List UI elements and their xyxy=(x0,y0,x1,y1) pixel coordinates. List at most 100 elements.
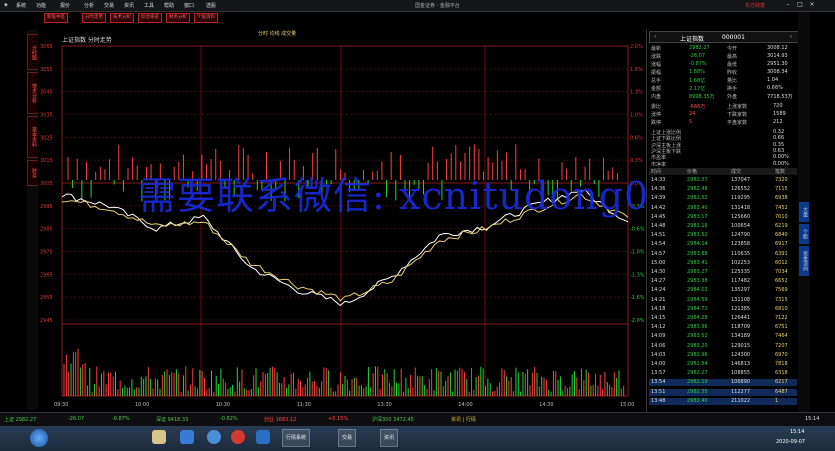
quote-stat-label: 委比 xyxy=(651,104,662,110)
menu-item-3[interactable]: 分析 xyxy=(84,2,94,9)
tick-price: 2982.48 xyxy=(687,186,708,193)
quote-name: 上证指数 xyxy=(680,36,705,43)
quote-ratio-value: 0.35 xyxy=(773,141,785,148)
quote-label: 总手 xyxy=(651,78,662,84)
tick-volume: 102253 xyxy=(731,259,751,266)
time-tick-label: 11:30 xyxy=(297,402,311,408)
toolbar: 新股中签 分时走势 技术分析 综合排名 财务分析 个股资料 xyxy=(30,12,630,23)
quote-ratio-value: 0.00% xyxy=(773,154,789,161)
quote-label: 最低 xyxy=(727,62,738,68)
window-right-label: 东方财富 xyxy=(745,3,766,9)
tick-volume: 211022 xyxy=(731,397,751,404)
left-tick-label: 3005 xyxy=(40,181,53,187)
status-item[interactable]: -0.62% xyxy=(220,416,238,422)
taskbar-app-0[interactable]: 行情系统 xyxy=(282,429,311,447)
menu-item-5[interactable]: 资讯 xyxy=(124,2,134,9)
far-right-tab-1[interactable]: 个股 xyxy=(799,224,809,244)
tick-row: 15:00 2983.41 102253 6012 xyxy=(649,260,797,267)
status-item[interactable]: 资讯 | 行情 xyxy=(451,416,476,423)
time-tick-label: 14:30 xyxy=(539,402,553,408)
tick-count: 6012 xyxy=(775,259,788,266)
start-button-icon[interactable] xyxy=(30,429,48,447)
quote-nav-right-icon[interactable]: › xyxy=(790,34,792,40)
chart-indicator-bar: 分时 均线 成交量 xyxy=(258,30,296,37)
far-right-tab-2[interactable]: 资金流向 xyxy=(799,246,809,276)
tick-volume: 124300 xyxy=(731,351,751,358)
quote-value: 7718.53万 xyxy=(767,94,793,100)
minimize-icon[interactable]: – xyxy=(784,1,792,9)
tick-price: 2982.27 xyxy=(687,370,708,377)
menu-item-6[interactable]: 工具 xyxy=(144,2,154,9)
menu-item-0[interactable]: 系统 xyxy=(16,2,26,9)
quote-row: 总手 1.68亿 量比 1.04 xyxy=(649,77,797,84)
tick-volume: 126441 xyxy=(731,315,751,321)
menu-item-4[interactable]: 交易 xyxy=(104,2,114,9)
tick-count: 6751 xyxy=(775,324,788,331)
status-item[interactable]: 上证 2982.27 xyxy=(4,416,36,423)
tick-volume: 100654 xyxy=(731,223,751,229)
close-icon[interactable]: × xyxy=(808,1,816,9)
quote-nav-left-icon[interactable]: ‹ xyxy=(654,34,656,40)
quote-value: 3008.34 xyxy=(767,69,788,75)
quote-ratio-label: 市净率 xyxy=(651,161,667,168)
quote-stat-label: 涨停 xyxy=(651,112,662,118)
tick-time: 14:24 xyxy=(651,287,666,294)
tick-count: 6652 xyxy=(775,278,788,285)
tick-volume: 125660 xyxy=(731,213,751,220)
tick-time: 13:57 xyxy=(651,370,666,377)
tick-time: 14:21 xyxy=(651,296,666,303)
menu-item-2[interactable]: 报价 xyxy=(60,2,70,9)
maximize-icon[interactable]: □ xyxy=(796,1,804,9)
tick-time: 14:33 xyxy=(651,177,666,183)
tick-price: 2983.96 xyxy=(687,324,708,331)
left-tick-label: 2985 xyxy=(40,227,53,233)
menu-item-8[interactable]: 窗口 xyxy=(184,2,194,9)
quote-label: 涨幅 xyxy=(651,62,662,68)
tick-price: 2984.28 xyxy=(687,315,708,321)
far-right-tabs: 大盘 个股 资金流向 xyxy=(798,12,810,412)
taskbar-app-1[interactable]: 交易 xyxy=(338,429,357,447)
tick-row: 14:45 2983.17 125660 7010 xyxy=(649,214,797,221)
menu-item-9[interactable]: 选股 xyxy=(206,2,216,9)
toolbar-button-4[interactable]: 财务分析 xyxy=(166,13,190,23)
left-tick-label: 2965 xyxy=(40,272,53,278)
taskbar-app-2[interactable]: 资讯 xyxy=(380,429,399,447)
folder-icon[interactable] xyxy=(152,430,166,444)
app-red-icon[interactable] xyxy=(231,430,245,444)
chat-icon[interactable] xyxy=(207,430,221,444)
browser-icon[interactable] xyxy=(180,430,194,444)
status-item[interactable]: 深证 9418.33 xyxy=(156,416,188,423)
left-tick-label: 3065 xyxy=(40,44,53,50)
status-item[interactable]: +0.15% xyxy=(328,416,348,422)
toolbar-button-0[interactable]: 新股中签 xyxy=(44,13,68,23)
time-tick-label: 15:00 xyxy=(620,402,634,408)
intraday-chart[interactable]: 上证指数 分时走势 分时 均线 成交量 3065 3055 3045 3035 3025… xyxy=(38,30,645,410)
menu-item-7[interactable]: 帮助 xyxy=(164,2,174,9)
far-right-tab-0[interactable]: 大盘 xyxy=(799,202,809,222)
app-blue-icon[interactable] xyxy=(256,430,270,444)
toolbar-button-3[interactable]: 综合排名 xyxy=(138,13,162,23)
tick-price: 2983.88 xyxy=(687,250,708,257)
quote-ratio-value: 0.66 xyxy=(773,135,785,142)
tick-row: 14:39 2982.52 119295 6938 xyxy=(649,195,797,202)
tick-row: 14:33 2982.37 137047 7320 xyxy=(649,177,797,184)
intraday-chart-svg: 上证指数 分时走势 分时 均线 成交量 3065 3055 3045 3035 3025… xyxy=(38,30,645,410)
menu-item-1[interactable]: 功能 xyxy=(36,2,46,9)
tick-price: 2984.03 xyxy=(687,287,708,294)
status-item[interactable]: 创业 1683.12 xyxy=(264,416,296,423)
toolbar-button-1[interactable]: 分时走势 xyxy=(82,13,106,23)
tick-time: 15:00 xyxy=(651,259,666,266)
tick-price: 2982.52 xyxy=(687,195,708,202)
quote-label: 最新 xyxy=(651,46,662,52)
tick-row: 14:15 2984.28 126441 7122 xyxy=(649,315,797,322)
tick-count: 6391 xyxy=(775,250,788,257)
toolbar-button-2[interactable]: 技术分析 xyxy=(110,13,134,23)
toolbar-button-5[interactable]: 个股资料 xyxy=(194,13,218,23)
tick-count: 7320 xyxy=(775,177,788,183)
status-item[interactable]: -26.07 xyxy=(68,416,84,422)
status-item[interactable]: 沪深300 3472.45 xyxy=(372,416,414,423)
tray-time: 15:14 xyxy=(790,429,805,435)
tick-row: 14:27 2983.38 117482 6652 xyxy=(649,278,797,285)
status-item[interactable]: -0.87% xyxy=(112,416,130,422)
tick-count: 6840 xyxy=(775,232,788,239)
